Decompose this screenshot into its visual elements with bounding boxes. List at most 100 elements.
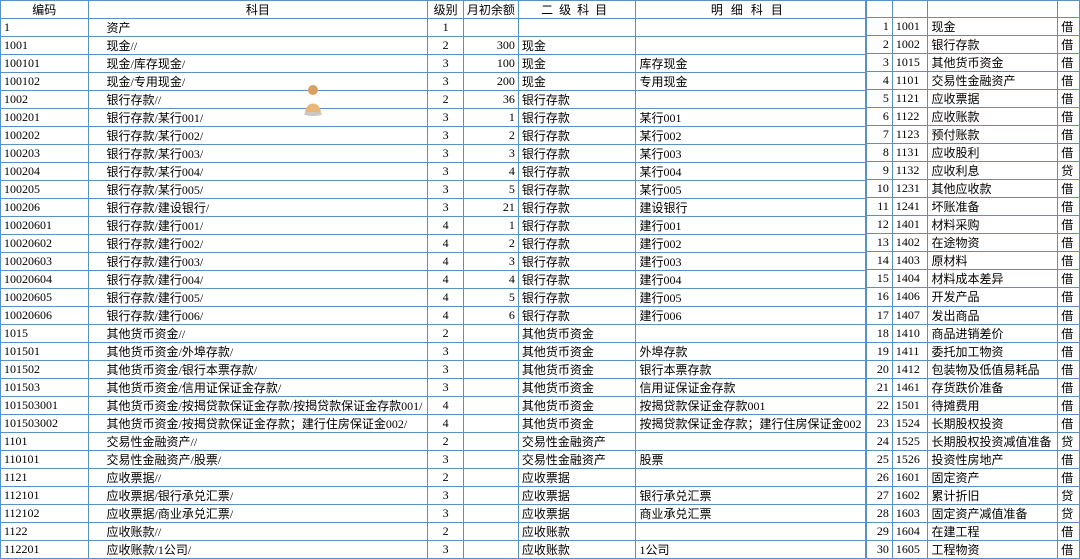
table-row[interactable]: 221501待摊费用借 — [867, 396, 1080, 414]
table-row[interactable]: 111241坏账准备借 — [867, 198, 1080, 216]
cell: 银行存款 — [518, 109, 636, 127]
cell: 10020601 — [1, 217, 89, 235]
hdr-level: 级别 — [428, 1, 464, 19]
table-row[interactable]: 112101应收票据/银行承兑汇票/3应收票据银行承兑汇票 — [1, 487, 866, 505]
table-row[interactable]: 101502其他货币资金/银行本票存款/3其他货币资金银行本票存款 — [1, 361, 866, 379]
table-row[interactable]: 100206银行存款/建设银行/321银行存款建设银行 — [1, 199, 866, 217]
table-row[interactable]: 101503002其他货币资金/按揭贷款保证金存款；建行住房保证金002/4其他… — [1, 415, 866, 433]
cell: 某行005 — [636, 181, 866, 199]
table-row[interactable]: 131402在途物资借 — [867, 234, 1080, 252]
rh-2 — [892, 1, 928, 18]
table-row[interactable]: 211461存货跌价准备借 — [867, 378, 1080, 396]
table-row[interactable]: 10020603银行存款/建行003/43银行存款建行003 — [1, 253, 866, 271]
table-row[interactable]: 100203银行存款/某行003/33银行存款某行003 — [1, 145, 866, 163]
cell — [463, 523, 518, 541]
cell: 14 — [867, 252, 892, 270]
left-table: 编码 科目 级别 月初余额 二级科目 明细科目 1资产11001现金//2300… — [0, 0, 866, 559]
table-row[interactable]: 251526投资性房地产借 — [867, 450, 1080, 468]
cell: 某行003 — [636, 145, 866, 163]
table-row[interactable]: 281603固定资产减值准备贷 — [867, 504, 1080, 522]
cell: 银行存款/建设银行/ — [88, 199, 428, 217]
table-row[interactable]: 10020604银行存款/建行004/44银行存款建行004 — [1, 271, 866, 289]
cell: 1001 — [892, 18, 928, 36]
table-row[interactable]: 1015其他货币资金//2其他货币资金 — [1, 325, 866, 343]
table-row[interactable]: 1资产1 — [1, 19, 866, 37]
cell: 2 — [428, 37, 464, 55]
cell: 23 — [867, 414, 892, 432]
table-row[interactable]: 112102应收票据/商业承兑汇票/3应收票据商业承兑汇票 — [1, 505, 866, 523]
table-row[interactable]: 231524长期股权投资借 — [867, 414, 1080, 432]
cell: 其他应收款 — [928, 180, 1058, 198]
cell: 借 — [1058, 72, 1080, 90]
table-row[interactable]: 100101现金/库存现金/3100现金库存现金 — [1, 55, 866, 73]
table-row[interactable]: 101503其他货币资金/信用证保证金存款/3其他货币资金信用证保证金存款 — [1, 379, 866, 397]
table-row[interactable]: 10020601银行存款/建行001/41银行存款建行001 — [1, 217, 866, 235]
table-row[interactable]: 1101交易性金融资产//2交易性金融资产 — [1, 433, 866, 451]
cell: 3 — [428, 55, 464, 73]
cell: 现金 — [518, 37, 636, 55]
cell — [636, 433, 866, 451]
table-row[interactable]: 101501其他货币资金/外埠存款/3其他货币资金外埠存款 — [1, 343, 866, 361]
cell: 借 — [1058, 414, 1080, 432]
table-row[interactable]: 10020602银行存款/建行002/42银行存款建行002 — [1, 235, 866, 253]
cell: 贷 — [1058, 504, 1080, 522]
table-row[interactable]: 100205银行存款/某行005/35银行存款某行005 — [1, 181, 866, 199]
cell: 贷 — [1058, 486, 1080, 504]
cell: 1241 — [892, 198, 928, 216]
table-row[interactable]: 241525长期股权投资减值准备贷 — [867, 432, 1080, 450]
table-row[interactable]: 301605工程物资借 — [867, 540, 1080, 558]
table-row[interactable]: 51121应收票据借 — [867, 90, 1080, 108]
table-row[interactable]: 10020605银行存款/建行005/45银行存款建行005 — [1, 289, 866, 307]
table-row[interactable]: 110101交易性金融资产/股票/3交易性金融资产股票 — [1, 451, 866, 469]
cell: 其他货币资金// — [88, 325, 428, 343]
cell: 借 — [1058, 270, 1080, 288]
table-row[interactable]: 100102现金/专用现金/3200现金专用现金 — [1, 73, 866, 91]
cell: 长期股权投资减值准备 — [928, 432, 1058, 450]
table-row[interactable]: 181410商品进销差价借 — [867, 324, 1080, 342]
table-row[interactable]: 112201应收账款/1公司/3应收账款1公司 — [1, 541, 866, 559]
table-row[interactable]: 100204银行存款/某行004/34银行存款某行004 — [1, 163, 866, 181]
table-row[interactable]: 291604在建工程借 — [867, 522, 1080, 540]
cell — [463, 379, 518, 397]
cell: 银行存款 — [518, 145, 636, 163]
cell: 交易性金融资产 — [928, 72, 1058, 90]
table-row[interactable]: 141403原材料借 — [867, 252, 1080, 270]
cell: 10020606 — [1, 307, 89, 325]
table-row[interactable]: 100201银行存款/某行001/31银行存款某行001 — [1, 109, 866, 127]
cell: 1605 — [892, 540, 928, 558]
table-row[interactable]: 1001现金//2300现金 — [1, 37, 866, 55]
table-row[interactable]: 191411委托加工物资借 — [867, 342, 1080, 360]
table-row[interactable]: 41101交易性金融资产借 — [867, 72, 1080, 90]
table-row[interactable]: 161406开发产品借 — [867, 288, 1080, 306]
table-row[interactable]: 100202银行存款/某行002/32银行存款某行002 — [1, 127, 866, 145]
table-row[interactable]: 11001现金借 — [867, 18, 1080, 36]
table-row[interactable]: 81131应收股利借 — [867, 144, 1080, 162]
table-row[interactable]: 1121应收票据//2应收票据 — [1, 469, 866, 487]
cell — [463, 397, 518, 415]
cell — [463, 433, 518, 451]
cell: 应收票据 — [518, 505, 636, 523]
table-row[interactable]: 171407发出商品借 — [867, 306, 1080, 324]
table-row[interactable]: 261601固定资产借 — [867, 468, 1080, 486]
table-row[interactable]: 91132应收利息贷 — [867, 162, 1080, 180]
table-row[interactable]: 61122应收账款借 — [867, 108, 1080, 126]
table-row[interactable]: 71123预付账款借 — [867, 126, 1080, 144]
cell: 其他货币资金/按揭贷款保证金存款/按揭贷款保证金存款001/ — [88, 397, 428, 415]
cell: 10020603 — [1, 253, 89, 271]
cell: 银行存款// — [88, 91, 428, 109]
cell: 其他货币资金/外埠存款/ — [88, 343, 428, 361]
table-row[interactable]: 21002银行存款借 — [867, 36, 1080, 54]
table-row[interactable]: 31015其他货币资金借 — [867, 54, 1080, 72]
table-row[interactable]: 151404材料成本差异借 — [867, 270, 1080, 288]
table-row[interactable]: 201412包装物及低值易耗品借 — [867, 360, 1080, 378]
cell: 借 — [1058, 252, 1080, 270]
cell: 3 — [428, 145, 464, 163]
table-row[interactable]: 1002银行存款//236银行存款 — [1, 91, 866, 109]
table-row[interactable]: 101503001其他货币资金/按揭贷款保证金存款/按揭贷款保证金存款001/4… — [1, 397, 866, 415]
table-row[interactable]: 121401材料采购借 — [867, 216, 1080, 234]
table-row[interactable]: 1122应收账款//2应收账款 — [1, 523, 866, 541]
table-row[interactable]: 101231其他应收款借 — [867, 180, 1080, 198]
table-row[interactable]: 10020606银行存款/建行006/46银行存款建行006 — [1, 307, 866, 325]
cell: 其他货币资金 — [518, 397, 636, 415]
table-row[interactable]: 271602累计折旧贷 — [867, 486, 1080, 504]
